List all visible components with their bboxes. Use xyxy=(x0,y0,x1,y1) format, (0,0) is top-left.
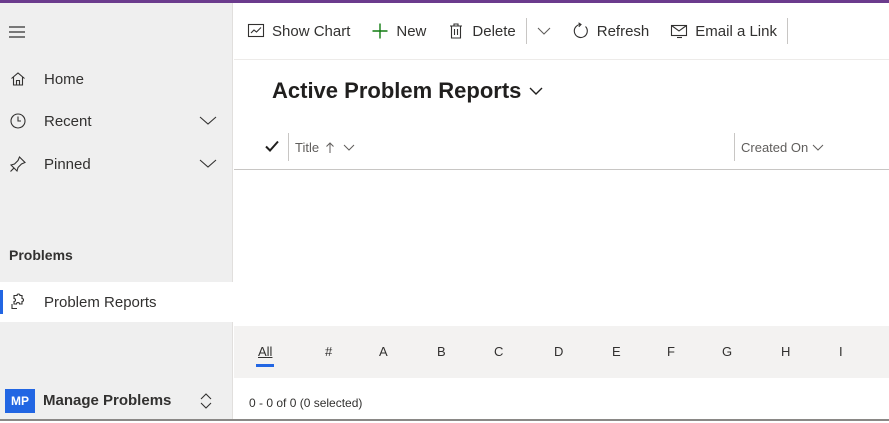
sidebar-item-label: Problem Reports xyxy=(44,293,157,311)
puzzle-icon xyxy=(8,292,28,312)
jump-letter[interactable]: G xyxy=(722,344,732,359)
command-bar: Show Chart New Delete Refresh Email a Li… xyxy=(234,3,889,60)
trash-icon xyxy=(446,21,466,41)
app-frame: Home Recent Pinned Problems Problem Repo… xyxy=(0,0,889,423)
sidebar-item-home[interactable]: Home xyxy=(0,59,233,99)
sidebar-section-title: Problems xyxy=(9,247,73,263)
view-selector[interactable]: Active Problem Reports xyxy=(272,78,545,104)
chevron-up-down-icon xyxy=(197,391,215,411)
area-label: Manage Problems xyxy=(43,392,172,409)
selected-indicator xyxy=(0,290,3,314)
show-chart-button[interactable]: Show Chart xyxy=(234,11,360,51)
jump-letter[interactable]: H xyxy=(781,344,790,359)
sidebar-item-pinned[interactable]: Pinned xyxy=(0,144,233,184)
column-separator xyxy=(734,133,735,161)
email-link-label: Email a Link xyxy=(695,22,777,40)
chevron-down-icon xyxy=(537,27,551,35)
chevron-down-icon[interactable] xyxy=(199,155,217,173)
jump-letter[interactable]: B xyxy=(437,344,446,359)
sidebar-item-label: Pinned xyxy=(44,155,91,173)
clock-icon xyxy=(8,111,28,131)
more-commands-chevron[interactable] xyxy=(527,11,561,51)
jump-letter[interactable]: A xyxy=(379,344,388,359)
home-icon xyxy=(8,69,28,89)
refresh-icon xyxy=(571,21,591,41)
sidebar-item-label: Home xyxy=(44,70,85,88)
grid-body xyxy=(234,171,889,326)
email-link-button[interactable]: Email a Link xyxy=(659,11,787,51)
sidebar-item-label: Recent xyxy=(44,112,92,130)
active-jump-indicator xyxy=(256,364,274,367)
area-switcher[interactable]: MP Manage Problems xyxy=(0,379,233,422)
jump-letter[interactable]: D xyxy=(554,344,563,359)
jump-letter[interactable]: E xyxy=(612,344,621,359)
hamburger-menu-icon[interactable] xyxy=(8,25,26,39)
jump-letter-all[interactable]: All xyxy=(258,344,272,359)
sidebar-item-recent[interactable]: Recent xyxy=(0,101,233,141)
chevron-down-icon[interactable] xyxy=(812,144,824,151)
chart-icon xyxy=(246,21,266,41)
view-title: Active Problem Reports xyxy=(272,78,522,103)
jump-letter[interactable]: # xyxy=(325,344,332,359)
column-header-label: Created On xyxy=(741,140,809,155)
sitemap-sidebar: Home Recent Pinned Problems Problem Repo… xyxy=(0,3,233,419)
column-header-label: Title xyxy=(295,140,320,155)
delete-button[interactable]: Delete xyxy=(436,11,525,51)
column-separator xyxy=(288,133,289,161)
bottom-border xyxy=(0,419,889,421)
pin-icon xyxy=(8,154,28,174)
chevron-down-icon[interactable] xyxy=(199,112,217,130)
jump-letter[interactable]: F xyxy=(667,344,675,359)
refresh-button[interactable]: Refresh xyxy=(561,11,660,51)
area-badge: MP xyxy=(5,388,35,413)
column-header-title[interactable]: Title xyxy=(295,140,355,155)
grid-header: Title Created On xyxy=(234,128,889,170)
chevron-down-icon xyxy=(529,83,545,99)
new-button[interactable]: New xyxy=(360,11,436,51)
jump-bar: All # A B C D E F G H I xyxy=(234,326,889,378)
column-header-created-on[interactable]: Created On xyxy=(741,140,824,155)
show-chart-label: Show Chart xyxy=(272,22,351,40)
jump-letter[interactable]: I xyxy=(839,344,843,359)
record-count-status: 0 - 0 of 0 (0 selected) xyxy=(249,396,363,410)
chevron-down-icon[interactable] xyxy=(343,144,355,151)
jump-letter[interactable]: C xyxy=(494,344,503,359)
command-separator xyxy=(786,18,788,44)
select-all-checkmark-icon[interactable] xyxy=(264,138,280,154)
delete-label: Delete xyxy=(472,22,516,40)
new-label: New xyxy=(396,22,427,40)
sidebar-item-problem-reports[interactable]: Problem Reports xyxy=(0,282,233,322)
email-link-icon xyxy=(669,21,689,41)
sort-ascending-icon xyxy=(325,141,335,154)
refresh-label: Refresh xyxy=(596,22,650,40)
plus-icon xyxy=(370,21,390,41)
